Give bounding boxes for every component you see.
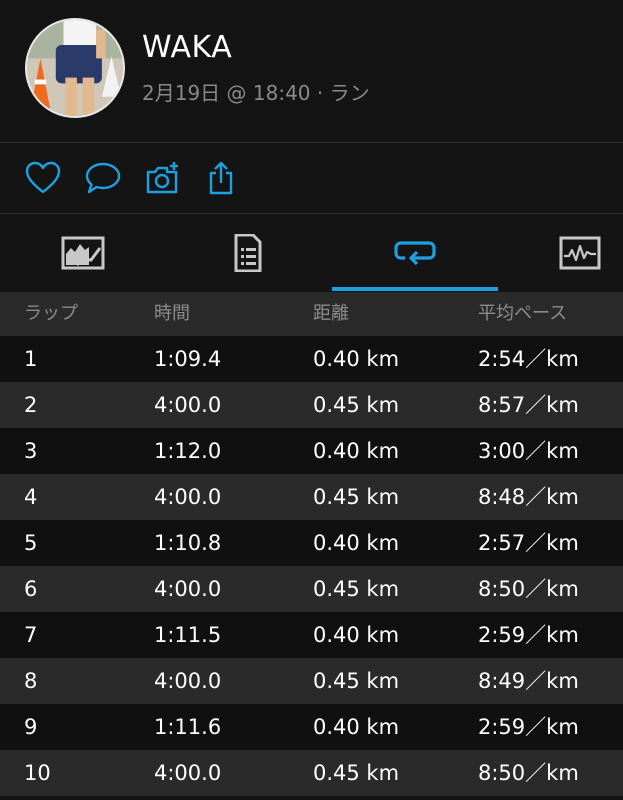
lap-number: 3 bbox=[24, 439, 38, 463]
table-row[interactable]: 2 4:00.0 0.45 km 8:57／km bbox=[0, 382, 623, 428]
table-row[interactable]: 5 1:10.8 0.40 km 2:57／km bbox=[0, 520, 623, 566]
lap-pace: 8:57／km bbox=[478, 393, 579, 417]
table-header: ラップ 時間 距離 平均ペース bbox=[0, 292, 623, 336]
table-row[interactable]: 1 1:09.4 0.40 km 2:54／km bbox=[0, 336, 623, 382]
lap-distance: 0.40 km bbox=[313, 623, 400, 647]
lap-number: 5 bbox=[24, 531, 38, 555]
comment-button[interactable] bbox=[85, 161, 121, 195]
table-row[interactable]: 3 1:12.0 0.40 km 3:00／km bbox=[0, 428, 623, 474]
lap-distance: 0.45 km bbox=[313, 577, 400, 601]
table-row[interactable]: 7 1:11.5 0.40 km 2:59／km bbox=[0, 612, 623, 658]
lap-distance: 0.40 km bbox=[313, 347, 400, 371]
lap-time: 1:10.8 bbox=[154, 531, 222, 555]
lap-time: 1:11.5 bbox=[154, 623, 222, 647]
lap-distance: 0.45 km bbox=[313, 669, 400, 693]
lap-pace: 8:50／km bbox=[478, 761, 579, 785]
lap-number: 8 bbox=[24, 669, 38, 693]
lap-pace: 8:49／km bbox=[478, 669, 579, 693]
lap-number: 9 bbox=[24, 715, 38, 739]
lap-pace: 8:48／km bbox=[478, 485, 579, 509]
laps-loop-icon bbox=[394, 241, 436, 266]
share-button[interactable] bbox=[203, 161, 239, 195]
tab-graph[interactable] bbox=[500, 214, 623, 291]
lap-distance: 0.40 km bbox=[313, 439, 400, 463]
column-header-pace: 平均ペース bbox=[478, 303, 568, 324]
lap-distance: 0.45 km bbox=[313, 485, 400, 509]
lap-pace: 3:00／km bbox=[478, 439, 579, 463]
map-chart-icon bbox=[61, 236, 105, 270]
column-header-lap: ラップ bbox=[24, 303, 78, 324]
lap-time: 4:00.0 bbox=[154, 393, 222, 417]
lap-distance: 0.40 km bbox=[313, 715, 400, 739]
lap-number: 2 bbox=[24, 393, 38, 417]
lap-distance: 0.45 km bbox=[313, 393, 400, 417]
tab-laps[interactable] bbox=[335, 214, 495, 291]
add-photo-button[interactable] bbox=[145, 161, 181, 195]
comment-icon bbox=[85, 162, 121, 194]
lap-time: 4:00.0 bbox=[154, 761, 222, 785]
activity-header: WAKA 2月19日 @ 18:40 · ラン bbox=[0, 0, 623, 142]
column-header-distance: 距離 bbox=[313, 303, 349, 324]
graph-monitor-icon bbox=[559, 236, 601, 270]
table-row[interactable]: 10 4:00.0 0.45 km 8:50／km bbox=[0, 750, 623, 796]
lap-time: 1:09.4 bbox=[154, 347, 222, 371]
lap-distance: 0.45 km bbox=[313, 761, 400, 785]
add-photo-icon bbox=[146, 162, 178, 194]
table-row[interactable]: 8 4:00.0 0.45 km 8:49／km bbox=[0, 658, 623, 704]
lap-pace: 2:57／km bbox=[478, 531, 579, 555]
lap-distance: 0.40 km bbox=[313, 531, 400, 555]
activity-date-type: 2月19日 @ 18:40 · ラン bbox=[142, 81, 370, 105]
share-icon bbox=[209, 161, 233, 195]
lap-time: 4:00.0 bbox=[154, 485, 222, 509]
lap-number: 10 bbox=[24, 761, 51, 785]
column-header-time: 時間 bbox=[154, 303, 190, 324]
document-list-icon bbox=[234, 234, 262, 272]
lap-time: 4:00.0 bbox=[154, 669, 222, 693]
laps-table: ラップ 時間 距離 平均ペース 1 1:09.4 0.40 km 2:54／km… bbox=[0, 292, 623, 796]
user-name[interactable]: WAKA bbox=[142, 30, 232, 65]
tab-stats[interactable] bbox=[168, 214, 328, 291]
lap-number: 1 bbox=[24, 347, 38, 371]
lap-time: 1:12.0 bbox=[154, 439, 222, 463]
lap-number: 7 bbox=[24, 623, 38, 647]
lap-number: 6 bbox=[24, 577, 38, 601]
avatar[interactable] bbox=[25, 18, 125, 118]
lap-time: 1:11.6 bbox=[154, 715, 222, 739]
like-button[interactable] bbox=[25, 161, 61, 195]
lap-time: 4:00.0 bbox=[154, 577, 222, 601]
active-tab-indicator bbox=[332, 287, 498, 291]
lap-pace: 2:59／km bbox=[478, 715, 579, 739]
tab-map-chart[interactable] bbox=[3, 214, 163, 291]
activity-tabs bbox=[0, 214, 623, 291]
lap-number: 4 bbox=[24, 485, 38, 509]
table-row[interactable]: 4 4:00.0 0.45 km 8:48／km bbox=[0, 474, 623, 520]
action-bar bbox=[0, 143, 623, 213]
lap-pace: 8:50／km bbox=[478, 577, 579, 601]
avatar-photo bbox=[27, 20, 123, 116]
table-row[interactable]: 6 4:00.0 0.45 km 8:50／km bbox=[0, 566, 623, 612]
table-row[interactable]: 9 1:11.6 0.40 km 2:59／km bbox=[0, 704, 623, 750]
lap-pace: 2:54／km bbox=[478, 347, 579, 371]
lap-pace: 2:59／km bbox=[478, 623, 579, 647]
heart-icon bbox=[25, 161, 61, 194]
activity-laps-screen: WAKA 2月19日 @ 18:40 · ラン ラップ 時間 距離 平均ペース … bbox=[0, 0, 623, 800]
